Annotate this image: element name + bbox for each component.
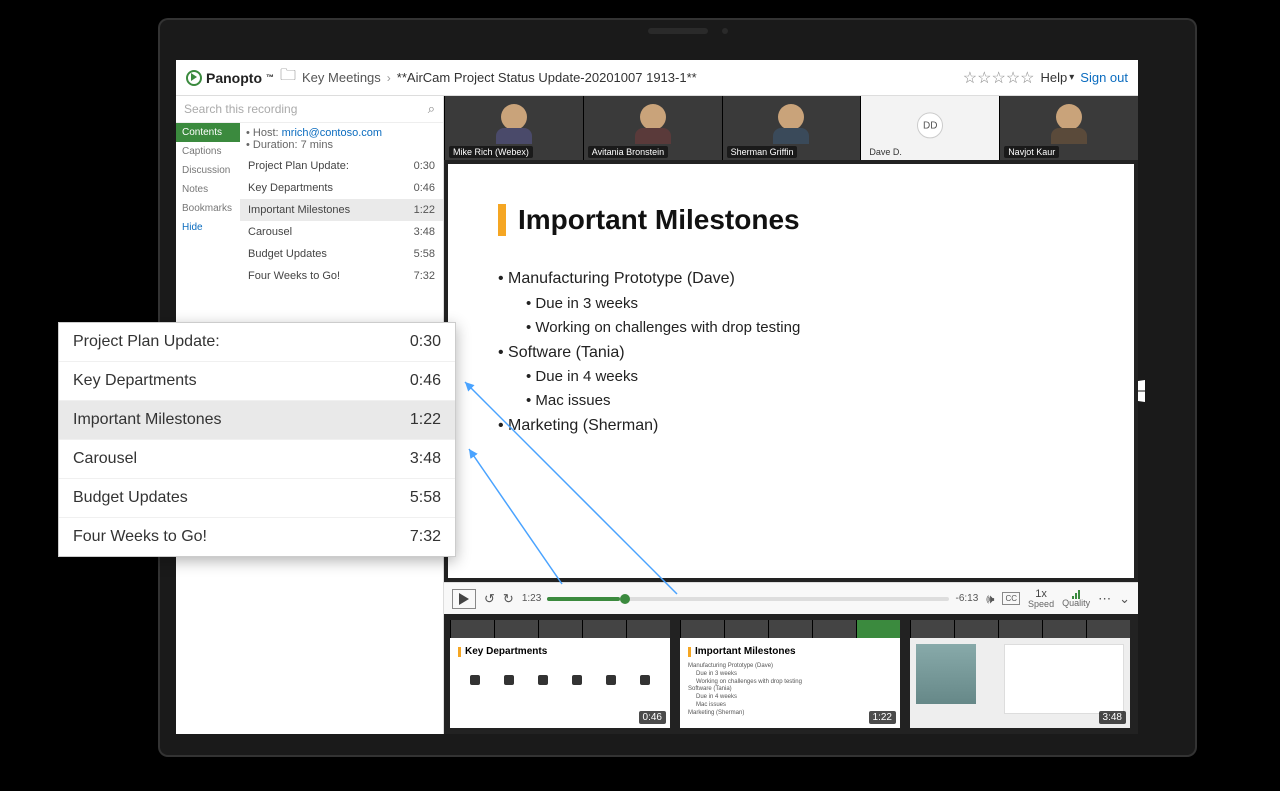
chapter-row[interactable]: Project Plan Update:0:30 — [240, 155, 443, 177]
callout-row[interactable]: Carousel3:48 — [59, 440, 455, 479]
slide-bullet: Software (Tania) — [498, 340, 1084, 366]
chapter-row[interactable]: Four Weeks to Go!7:32 — [240, 265, 443, 287]
side-tabs: Contents Captions Discussion Notes Bookm… — [176, 123, 240, 287]
chevron-right-icon: › — [387, 71, 391, 85]
participant-tile[interactable]: Mike Rich (Webex) — [444, 96, 583, 160]
sign-out-link[interactable]: Sign out — [1080, 70, 1128, 85]
chapter-row[interactable]: Important Milestones1:22 — [240, 199, 443, 221]
thumbnail-card[interactable]: 3:48 — [910, 620, 1130, 728]
current-time: 1:23 — [522, 593, 541, 604]
slide-title: Important Milestones — [498, 204, 1084, 236]
brand-text: Panopto — [206, 70, 262, 86]
thumbnail-card[interactable]: Important Milestones Manufacturing Proto… — [680, 620, 900, 728]
breadcrumb-title[interactable]: **AirCam Project Status Update-20201007 … — [397, 70, 697, 85]
participant-tile[interactable]: Sherman Griffin — [722, 96, 861, 160]
forward-10-icon[interactable]: ↻ — [503, 591, 514, 607]
speed-button[interactable]: 1xSpeed — [1028, 589, 1054, 609]
avatar-initials: DD — [917, 112, 943, 138]
rewind-10-icon[interactable]: ↺ — [484, 591, 495, 607]
panopto-logo[interactable]: Panopto™ — [186, 70, 274, 86]
quality-button[interactable]: Quality — [1062, 589, 1090, 608]
remaining-time: -6:13 — [955, 593, 978, 604]
search-box[interactable]: ⌕ — [176, 96, 443, 123]
help-menu[interactable]: Help ▾ — [1041, 70, 1075, 85]
tab-captions[interactable]: Captions — [176, 142, 240, 161]
play-button[interactable] — [452, 589, 476, 609]
slide-subbullet: Due in 4 weeks — [526, 365, 1084, 389]
chapters-callout: Project Plan Update:0:30 Key Departments… — [58, 322, 456, 557]
callout-row[interactable]: Budget Updates5:58 — [59, 479, 455, 518]
host-line: • Host: mrich@contoso.com — [240, 123, 443, 139]
slide-bullet: Marketing (Sherman) — [498, 413, 1084, 439]
contents-body: • Host: mrich@contoso.com • Duration: 7 … — [240, 123, 443, 287]
chapter-row[interactable]: Carousel3:48 — [240, 221, 443, 243]
slide-bullet: Manufacturing Prototype (Dave) — [498, 266, 1084, 292]
search-input[interactable] — [176, 96, 443, 122]
slide-subbullet: Working on challenges with drop testing — [526, 316, 1084, 340]
tab-notes[interactable]: Notes — [176, 180, 240, 199]
tab-contents[interactable]: Contents — [176, 123, 240, 142]
player-controls: ↺ ↻ 1:23 -6:13 🕪 CC 1xSpeed Quality ⋯ ⌄ — [444, 582, 1138, 614]
thumbnails-row: Key Departments 0:46 Important Milestone… — [444, 614, 1138, 734]
callout-row[interactable]: Four Weeks to Go!7:32 — [59, 518, 455, 556]
tab-hide[interactable]: Hide — [176, 218, 240, 237]
collapse-icon[interactable]: ⌄ — [1119, 591, 1130, 607]
chapter-row[interactable]: Budget Updates5:58 — [240, 243, 443, 265]
participant-tile[interactable]: Avitania Bronstein — [583, 96, 722, 160]
callout-row[interactable]: Key Departments0:46 — [59, 362, 455, 401]
tab-bookmarks[interactable]: Bookmarks — [176, 199, 240, 218]
accent-bar — [498, 204, 506, 236]
cc-button[interactable]: CC — [1002, 592, 1020, 605]
chapter-row[interactable]: Key Departments0:46 — [240, 177, 443, 199]
thumbnail-card[interactable]: Key Departments 0:46 — [450, 620, 670, 728]
participant-tile[interactable]: Navjot Kaur — [999, 96, 1138, 160]
host-email[interactable]: mrich@contoso.com — [282, 127, 382, 139]
duration-line: • Duration: 7 mins — [240, 139, 443, 155]
search-icon[interactable]: ⌕ — [428, 101, 435, 117]
app-header: Panopto™ 🗀 Key Meetings › **AirCam Proje… — [176, 60, 1138, 96]
participants-strip: Mike Rich (Webex) Avitania Bronstein She… — [444, 96, 1138, 160]
breadcrumb-folder[interactable]: Key Meetings — [302, 70, 381, 85]
slide-subbullet: Mac issues — [526, 389, 1084, 413]
participant-tile[interactable]: DDDave D. — [860, 96, 999, 160]
tab-discussion[interactable]: Discussion — [176, 161, 240, 180]
more-icon[interactable]: ⋯ — [1098, 591, 1111, 607]
callout-row[interactable]: Project Plan Update:0:30 — [59, 323, 455, 362]
tablet-camera — [648, 28, 708, 34]
seek-bar[interactable] — [547, 597, 949, 601]
volume-icon[interactable]: 🕪 — [986, 591, 994, 607]
slide-subbullet: Due in 3 weeks — [526, 292, 1084, 316]
rating-stars[interactable]: ☆☆☆☆☆ — [963, 68, 1035, 88]
callout-row[interactable]: Important Milestones1:22 — [59, 401, 455, 440]
main-panel: Mike Rich (Webex) Avitania Bronstein She… — [444, 96, 1138, 734]
folder-icon[interactable]: 🗀 — [280, 64, 296, 91]
slide-area: Important Milestones Manufacturing Proto… — [448, 164, 1134, 578]
